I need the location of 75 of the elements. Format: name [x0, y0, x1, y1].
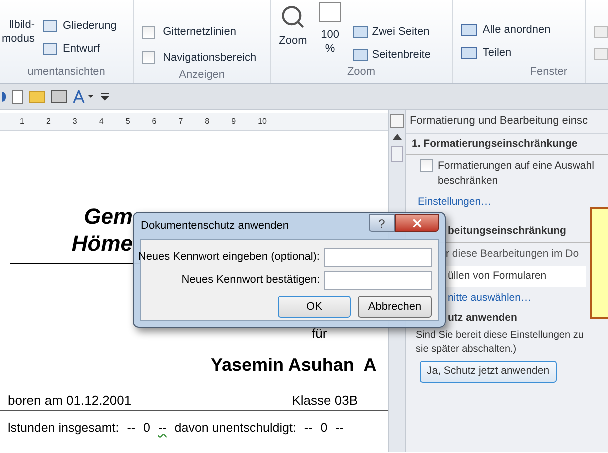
- pane-text: r diese Bearbeitungen im Do: [445, 246, 580, 262]
- document-icon: [43, 42, 58, 55]
- apply-protection-button[interactable]: Ja, Schutz jetzt anwenden: [420, 360, 557, 382]
- dialog-button[interactable]: Abbrechen: [358, 296, 432, 318]
- ruler-number: 3: [72, 116, 78, 128]
- document-title: Gem: [84, 203, 133, 230]
- ruler-number: 10: [258, 116, 267, 128]
- folder-icon: [29, 90, 45, 102]
- pages-icon: [353, 26, 368, 38]
- document-text: 0: [320, 420, 328, 437]
- ruler-number: 8: [205, 116, 210, 128]
- password-field[interactable]: [324, 248, 432, 267]
- group-label: Anzeigen: [178, 68, 226, 83]
- checkbox-label: Navigationsbereich: [163, 50, 257, 66]
- document-text: lstunden insgesamt:: [8, 420, 120, 437]
- view-button[interactable]: Gliederung: [43, 18, 117, 34]
- document-text: --: [158, 420, 167, 437]
- field-label: Neues Kennwort eingeben (optional):: [138, 250, 320, 266]
- ruler-number: 7: [178, 116, 184, 128]
- checkbox[interactable]: [420, 159, 433, 172]
- ruler-number: 9: [232, 116, 236, 128]
- checkbox-label: Gitternetzlinien: [163, 25, 236, 40]
- document-icon: [43, 20, 58, 32]
- full-screen-button[interactable]: llbild- modus: [0, 18, 36, 46]
- scroll-thumb-icon: [391, 146, 403, 162]
- section-heading: utz anwenden: [447, 311, 518, 326]
- text-style-icon: [73, 90, 95, 104]
- group-label: Fenster: [529, 65, 569, 80]
- group-label: umentansichten: [26, 65, 106, 80]
- customize-icon: [101, 92, 109, 100]
- editing-type-dropdown[interactable]: üllen von Formularen: [446, 266, 586, 288]
- group-label: Zoom: [346, 65, 377, 80]
- ruler-number: 6: [152, 116, 157, 128]
- view-button[interactable]: Entwurf: [43, 40, 117, 57]
- document-text: 0: [144, 420, 150, 437]
- window-button[interactable]: Alle anordnen: [460, 22, 585, 38]
- search-icon: [280, 4, 306, 30]
- document-text: --: [304, 420, 313, 437]
- section-heading: 1. Formatierungseinschränkunge: [406, 134, 608, 156]
- ruler-number: 4: [99, 116, 104, 128]
- ruler-number: 5: [126, 116, 130, 128]
- document-text: davon unentschuldigt:: [174, 420, 296, 437]
- checkbox[interactable]: [142, 26, 156, 39]
- help-button[interactable]: ?: [369, 214, 395, 232]
- dialog-title: Dokumentenschutz anwenden: [140, 218, 290, 234]
- birth-date: boren am 01.12.2001: [8, 392, 132, 410]
- class-label: Klasse 03B: [292, 392, 358, 410]
- settings-link[interactable]: Einstellungen…: [418, 195, 492, 211]
- zoom-100-button[interactable]: 100 %: [319, 2, 342, 56]
- student-name: Yasemin Asuhan A: [211, 354, 377, 376]
- checkbox[interactable]: [142, 51, 156, 64]
- window-button[interactable]: Teilen: [460, 44, 585, 61]
- window-icon: [460, 46, 477, 59]
- window-icon: [460, 24, 477, 36]
- dialog-button[interactable]: OK: [278, 296, 351, 318]
- page-icon: [319, 2, 342, 22]
- ruler-number: 2: [46, 116, 51, 128]
- scroll-up-icon: [392, 134, 402, 140]
- password-field[interactable]: [324, 271, 432, 290]
- pane-text: Sind Sie bereit diese Einstellungen zu sie später abschalten.): [415, 328, 585, 357]
- close-button[interactable]: [395, 214, 439, 232]
- new-document-icon: [12, 90, 23, 104]
- checkbox-label: Formatierungen auf eine Auswahl beschränken: [438, 159, 594, 190]
- document-text: --: [127, 420, 136, 437]
- zoom-button[interactable]: Zoom: [279, 2, 308, 50]
- document-title: Höme: [72, 230, 133, 257]
- close-icon: [410, 216, 424, 230]
- page-view-button[interactable]: Zwei Seiten: [353, 24, 431, 40]
- pane-title: Formatierung und Bearbeitung einsc: [406, 110, 608, 134]
- document-text: --: [336, 420, 344, 437]
- page-view-button[interactable]: Seitenbreite: [353, 46, 431, 63]
- field-label: Neues Kennwort bestätigen:: [182, 273, 320, 288]
- ruler-number: 1: [20, 116, 24, 128]
- pages-icon: [353, 48, 368, 61]
- document-text: für: [312, 325, 328, 343]
